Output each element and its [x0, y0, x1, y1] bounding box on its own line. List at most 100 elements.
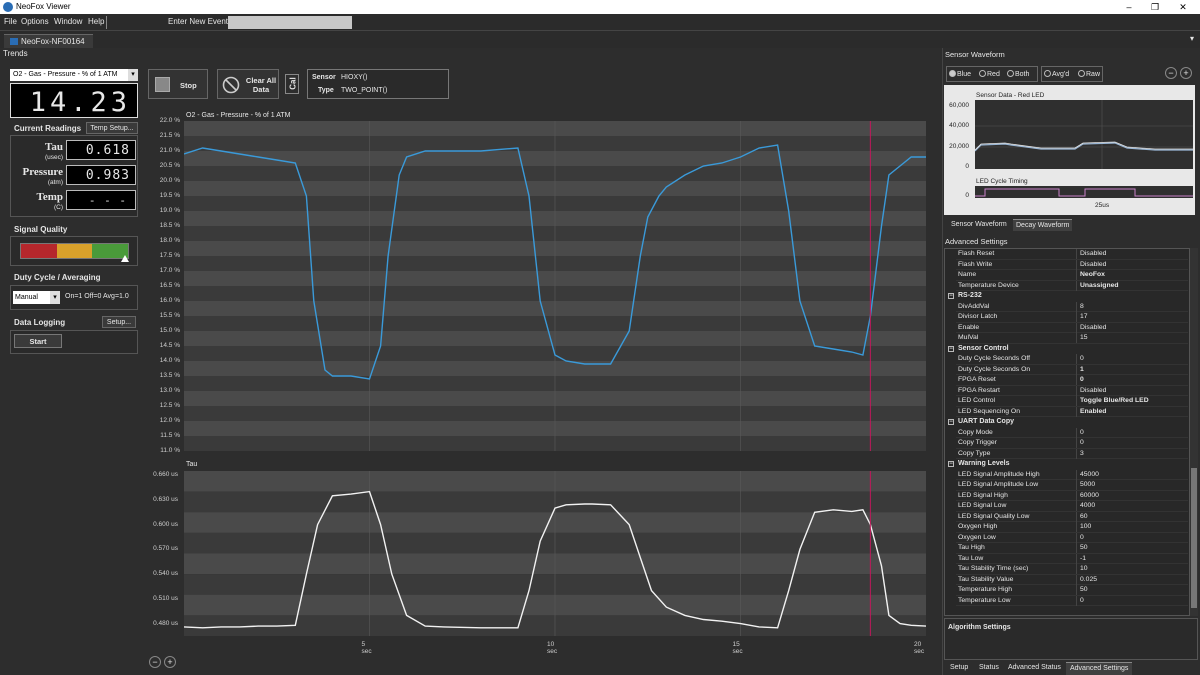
collapse-icon[interactable]: −	[948, 293, 954, 299]
menu-help[interactable]: Help	[88, 17, 104, 26]
waveform-zoom-out-icon[interactable]: −	[1165, 67, 1177, 79]
property-row[interactable]: LED Signal Low 4000	[956, 501, 1188, 512]
property-row[interactable]: Name NeoFox	[956, 270, 1188, 281]
property-row[interactable]: Copy Trigger 0	[956, 438, 1188, 449]
waveform-zoom-in-icon[interactable]: +	[1180, 67, 1192, 79]
tab-decay-waveform[interactable]: Decay Waveform	[1013, 219, 1073, 231]
property-row[interactable]: LED Signal High 60000	[956, 490, 1188, 502]
property-value[interactable]: 5000	[1080, 480, 1095, 491]
temp-setup-button[interactable]: Temp Setup...	[86, 122, 138, 134]
start-logging-button[interactable]: Start	[14, 334, 62, 348]
property-value[interactable]: Disabled	[1080, 386, 1106, 397]
tau-chart[interactable]	[184, 471, 926, 636]
property-row[interactable]: Tau Stability Value 0.025	[956, 574, 1188, 586]
tab-dropdown-icon[interactable]: ▾	[1190, 34, 1194, 43]
property-value[interactable]: 100	[1080, 522, 1091, 533]
close-button[interactable]: ✕	[1170, 0, 1196, 14]
property-row[interactable]: LED Signal Amplitude Low 5000	[956, 480, 1188, 491]
category-row[interactable]: − RS-232	[946, 291, 1188, 302]
radio-raw[interactable]: Raw	[1078, 69, 1100, 80]
property-value[interactable]: 0	[1080, 596, 1084, 607]
property-value[interactable]: Toggle Blue/Red LED	[1080, 396, 1149, 407]
property-row[interactable]: FPGA Restart Disabled	[956, 385, 1188, 397]
property-row[interactable]: Copy Type 3	[956, 448, 1188, 460]
property-value[interactable]: Disabled	[1080, 249, 1106, 260]
maximize-button[interactable]: ❐	[1142, 0, 1168, 14]
menu-file[interactable]: File	[4, 17, 17, 26]
category-row[interactable]: − UART Data Copy	[946, 417, 1188, 428]
data-logging-setup-button[interactable]: Setup...	[102, 316, 136, 328]
property-row[interactable]: Flash Reset Disabled	[956, 249, 1188, 260]
property-row[interactable]: Temperature High 50	[956, 585, 1188, 596]
property-value[interactable]: 50	[1080, 585, 1088, 596]
property-row[interactable]: Oxygen High 100	[956, 522, 1188, 533]
property-value[interactable]: 0	[1080, 354, 1084, 365]
property-row[interactable]: Enable Disabled	[956, 322, 1188, 334]
new-event-input[interactable]	[228, 16, 352, 29]
property-row[interactable]: LED Signal Quality Low 60	[956, 511, 1188, 523]
collapse-icon[interactable]: −	[948, 419, 954, 425]
cal-button[interactable]: Cal	[285, 74, 299, 94]
radio-blue[interactable]: Blue	[949, 69, 971, 80]
zoom-out-icon[interactable]: −	[149, 656, 161, 668]
scrollbar-thumb[interactable]	[1191, 468, 1197, 608]
property-value[interactable]: 4000	[1080, 501, 1095, 512]
tab-sensor-waveform[interactable]: Sensor Waveform	[948, 219, 1010, 231]
property-row[interactable]: Flash Write Disabled	[956, 259, 1188, 271]
category-row[interactable]: − Warning Levels	[946, 459, 1188, 470]
property-value[interactable]: 0.025	[1080, 575, 1097, 586]
menu-window[interactable]: Window	[54, 17, 82, 26]
property-value[interactable]: 3	[1080, 449, 1084, 460]
menu-options[interactable]: Options	[21, 17, 49, 26]
property-value[interactable]: Disabled	[1080, 260, 1106, 271]
property-value[interactable]: 17	[1080, 312, 1088, 323]
property-value[interactable]: Disabled	[1080, 323, 1106, 334]
property-row[interactable]: Tau High 50	[956, 543, 1188, 554]
document-tab[interactable]: NeoFox-NF00164	[4, 34, 93, 48]
clear-all-data-button[interactable]: Clear All Data	[217, 69, 279, 99]
property-value[interactable]: 10	[1080, 564, 1088, 575]
property-row[interactable]: LED Control Toggle Blue/Red LED	[956, 396, 1188, 407]
collapse-icon[interactable]: −	[948, 345, 954, 352]
duty-mode-select[interactable]: Manual ▾	[13, 291, 60, 304]
property-value[interactable]: 45000	[1080, 470, 1099, 481]
property-value[interactable]: Unassigned	[1080, 281, 1119, 292]
radio-red[interactable]: Red	[979, 69, 1000, 80]
property-value[interactable]: 50	[1080, 543, 1088, 554]
radio-both[interactable]: Both	[1007, 69, 1029, 80]
category-row[interactable]: − Sensor Control	[946, 344, 1188, 355]
o2-chart[interactable]	[184, 121, 926, 451]
property-row[interactable]: LED Sequencing On Enabled	[956, 406, 1188, 418]
property-value[interactable]: 0	[1080, 428, 1084, 439]
tab-advanced-status[interactable]: Advanced Status	[1004, 662, 1065, 675]
radio-averaged[interactable]: Avg'd	[1044, 69, 1069, 80]
property-value[interactable]: Enabled	[1080, 407, 1106, 418]
property-value[interactable]: 1	[1080, 365, 1084, 376]
property-row[interactable]: Temperature Device Unassigned	[956, 280, 1188, 292]
tab-setup[interactable]: Setup	[946, 662, 972, 675]
property-value[interactable]: -1	[1080, 554, 1086, 565]
property-row[interactable]: Tau Low -1	[956, 553, 1188, 565]
property-row[interactable]: FPGA Reset 0	[956, 375, 1188, 386]
stop-button[interactable]: Stop	[148, 69, 208, 99]
property-row[interactable]: Oxygen Low 0	[956, 532, 1188, 544]
tab-advanced-settings[interactable]: Advanced Settings	[1066, 662, 1133, 675]
property-grid-scrollbar[interactable]	[1190, 248, 1198, 616]
property-row[interactable]: MulVal 15	[956, 333, 1188, 344]
property-row[interactable]: LED Signal Amplitude High 45000	[956, 469, 1188, 481]
property-value[interactable]: 0	[1080, 533, 1084, 544]
property-row[interactable]: Divisor Latch 17	[956, 312, 1188, 323]
property-row[interactable]: Tau Stability Time (sec) 10	[956, 564, 1188, 575]
property-value[interactable]: 8	[1080, 302, 1084, 313]
property-value[interactable]: 60	[1080, 512, 1088, 523]
channel-select[interactable]: O2 - Gas - Pressure - % of 1 ATM ▾	[10, 69, 138, 81]
property-value[interactable]: 15	[1080, 333, 1088, 344]
property-row[interactable]: DivAddVal 8	[956, 301, 1188, 313]
property-row[interactable]: Copy Mode 0	[956, 427, 1188, 439]
property-value[interactable]: NeoFox	[1080, 270, 1105, 281]
property-value[interactable]: 60000	[1080, 491, 1099, 502]
collapse-icon[interactable]: −	[948, 461, 954, 467]
property-row[interactable]: Duty Cycle Seconds On 1	[956, 364, 1188, 376]
property-row[interactable]: Duty Cycle Seconds Off 0	[956, 354, 1188, 365]
minimize-button[interactable]: –	[1116, 0, 1142, 14]
